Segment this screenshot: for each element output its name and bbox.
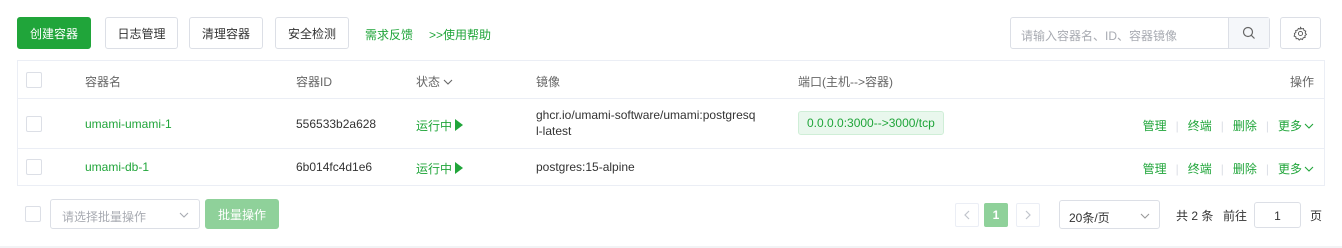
container-table: 容器名 容器ID 状态 镜像 端口(主机-->容器) 操作 umami-umam… xyxy=(17,60,1325,186)
goto-page-input[interactable]: 1 xyxy=(1254,202,1301,228)
create-container-button[interactable]: 创建容器 xyxy=(17,17,91,49)
next-page-button[interactable] xyxy=(1016,203,1040,227)
status-running[interactable]: 运行中 xyxy=(416,160,464,177)
header-status-label: 状态 xyxy=(416,75,441,89)
page-unit-label: 页 xyxy=(1310,209,1323,223)
chevron-down-icon xyxy=(1304,123,1314,129)
help-link[interactable]: >>使用帮助 xyxy=(429,26,491,43)
terminal-link[interactable]: 终端 xyxy=(1188,117,1212,134)
header-port: 端口(主机-->容器) xyxy=(798,75,893,89)
log-management-button[interactable]: 日志管理 xyxy=(105,17,178,49)
select-all-checkbox[interactable] xyxy=(26,72,42,88)
chevron-left-icon xyxy=(964,210,970,220)
gear-icon xyxy=(1293,25,1308,41)
terminal-link[interactable]: 终端 xyxy=(1188,160,1212,177)
divider: | xyxy=(1175,161,1179,176)
page-size-value: 20条/页 xyxy=(1069,211,1110,225)
batch-action-button[interactable]: 批量操作 xyxy=(205,199,279,229)
table-row: umami-db-1 6b014fc4d1e6 运行中 postgres:15-… xyxy=(18,149,1324,185)
divider: | xyxy=(1220,161,1224,176)
play-icon xyxy=(455,162,464,174)
more-label: 更多 xyxy=(1277,162,1302,176)
table-header: 容器名 容器ID 状态 镜像 端口(主机-->容器) 操作 xyxy=(18,61,1324,99)
manage-link[interactable]: 管理 xyxy=(1143,117,1167,134)
container-id: 556533b2a628 xyxy=(296,117,377,131)
container-id: 6b014fc4d1e6 xyxy=(296,160,373,174)
port-tag: 0.0.0.0:3000-->3000/tcp xyxy=(798,111,944,135)
container-panel: 创建容器 日志管理 清理容器 安全检测 需求反馈 >>使用帮助 请输入容器名、I… xyxy=(0,0,1342,246)
status-label: 运行中 xyxy=(416,162,453,176)
header-name[interactable]: 容器名 xyxy=(85,73,121,90)
table-footer: 请选择批量操作 批量操作 1 20条/页 共 2 条 前往 1 页 xyxy=(17,199,1325,229)
batch-select-placeholder: 请选择批量操作 xyxy=(62,210,147,224)
more-dropdown[interactable]: 更多 xyxy=(1278,117,1314,134)
container-name-link[interactable]: umami-db-1 xyxy=(85,160,149,174)
status-label: 运行中 xyxy=(416,119,453,133)
row-actions: 管理 | 终端 | 删除 | 更多 xyxy=(1143,160,1314,177)
clean-containers-button[interactable]: 清理容器 xyxy=(189,17,263,49)
chevron-down-icon xyxy=(1140,213,1150,219)
image-line-1: ghcr.io/umami-software/umami:postgresq xyxy=(536,108,756,122)
total-count: 共 2 条 xyxy=(1176,209,1214,223)
batch-action-select[interactable]: 请选择批量操作 xyxy=(50,199,200,229)
image-line-1: postgres:15-alpine xyxy=(536,160,635,174)
security-check-button[interactable]: 安全检测 xyxy=(275,17,349,49)
feedback-link[interactable]: 需求反馈 xyxy=(365,26,413,43)
goto-label: 前往 xyxy=(1223,209,1248,223)
header-image: 镜像 xyxy=(536,75,561,89)
manage-link[interactable]: 管理 xyxy=(1143,160,1167,177)
chevron-down-icon xyxy=(443,79,453,85)
divider: | xyxy=(1265,161,1269,176)
chevron-right-icon xyxy=(1025,210,1031,220)
search-button[interactable] xyxy=(1228,18,1269,48)
header-id: 容器ID xyxy=(296,75,333,89)
status-running[interactable]: 运行中 xyxy=(416,117,464,134)
search-icon xyxy=(1242,26,1255,39)
row-actions: 管理 | 终端 | 删除 | 更多 xyxy=(1143,117,1314,134)
settings-button[interactable] xyxy=(1280,17,1321,49)
chevron-down-icon xyxy=(1304,166,1314,172)
divider: | xyxy=(1265,118,1269,133)
header-status[interactable]: 状态 xyxy=(416,73,453,90)
play-icon xyxy=(455,119,464,131)
search-input[interactable]: 请输入容器名、ID、容器镜像 xyxy=(1010,17,1270,49)
goto-page-value: 1 xyxy=(1274,209,1281,223)
chevron-down-icon xyxy=(179,212,189,218)
footer-select-all-checkbox[interactable] xyxy=(25,206,41,222)
toolbar: 创建容器 日志管理 清理容器 安全检测 需求反馈 >>使用帮助 请输入容器名、I… xyxy=(17,17,1325,49)
delete-link[interactable]: 删除 xyxy=(1233,117,1257,134)
page-size-select[interactable]: 20条/页 xyxy=(1059,200,1160,229)
header-actions: 操作 xyxy=(1289,75,1314,89)
prev-page-button[interactable] xyxy=(955,203,979,227)
divider: | xyxy=(1175,118,1179,133)
delete-link[interactable]: 删除 xyxy=(1233,160,1257,177)
page-number-button[interactable]: 1 xyxy=(984,203,1008,227)
search-placeholder: 请输入容器名、ID、容器镜像 xyxy=(1021,29,1178,43)
container-name-link[interactable]: umami-umami-1 xyxy=(85,117,172,131)
row-checkbox[interactable] xyxy=(26,116,42,132)
row-checkbox[interactable] xyxy=(26,159,42,175)
table-row: umami-umami-1 556533b2a628 运行中 ghcr.io/u… xyxy=(18,99,1324,149)
image-line-2: l-latest xyxy=(536,124,572,138)
more-label: 更多 xyxy=(1277,119,1302,133)
divider: | xyxy=(1220,118,1224,133)
more-dropdown[interactable]: 更多 xyxy=(1278,160,1314,177)
